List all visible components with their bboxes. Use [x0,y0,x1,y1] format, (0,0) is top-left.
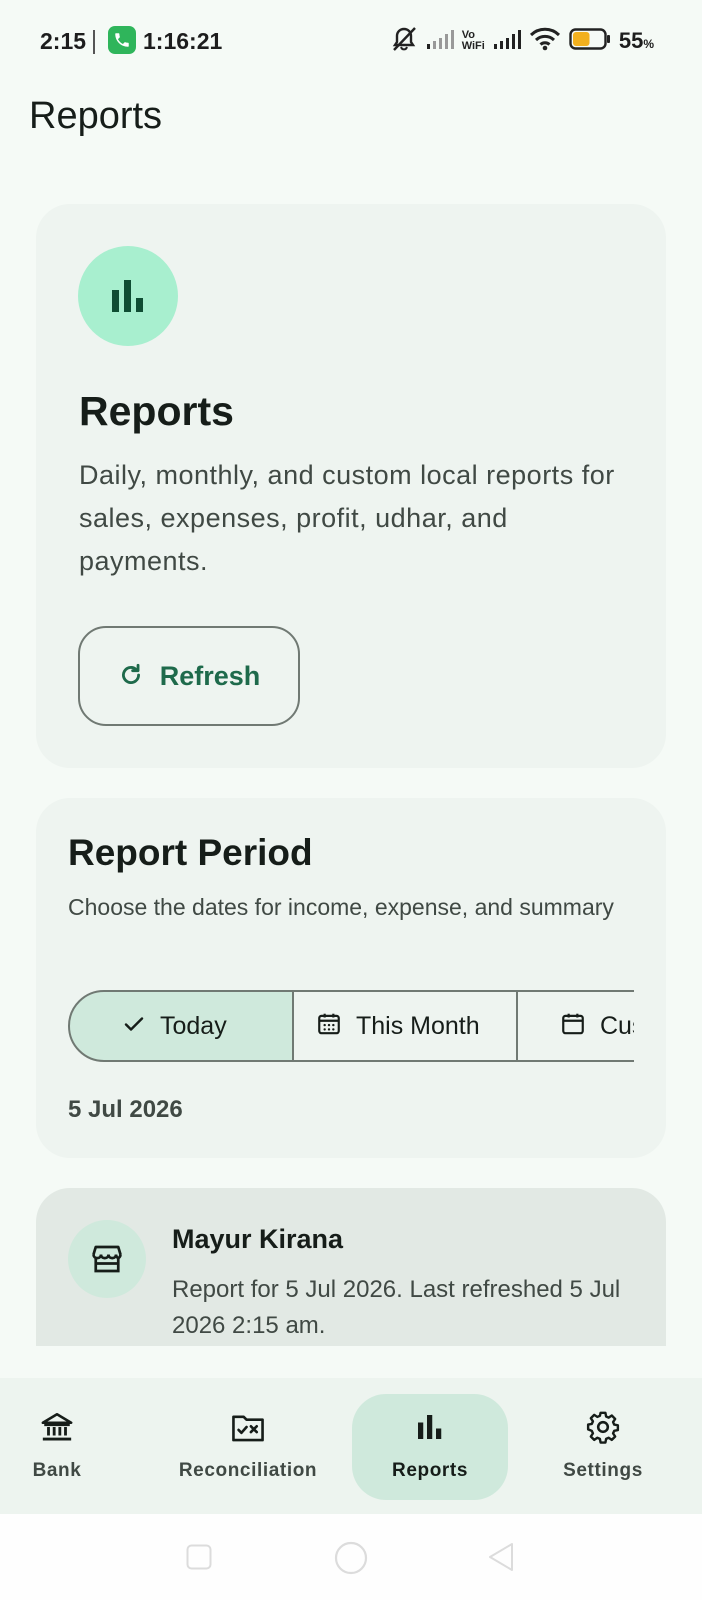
nav-label-reconciliation: Reconciliation [178,1460,318,1481]
bar-chart-icon [78,246,178,346]
system-navigation-bar [0,1514,702,1600]
hero-title: Reports [79,388,234,434]
nav-item-settings[interactable]: Settings [558,1394,648,1500]
signal-icon [493,28,521,55]
battery-percent-unit: % [643,37,654,51]
recents-button[interactable] [186,1544,212,1575]
page-title: Reports [29,95,163,137]
hero-description: Daily, monthly, and custom local reports… [79,460,615,576]
status-time: 2:15 [40,28,87,54]
bottom-navigation: Bank Reconciliation Reports Settings [0,1378,702,1514]
nav-item-reports[interactable]: Reports [352,1394,508,1500]
gear-icon [586,1408,620,1446]
battery-icon [569,27,611,55]
battery-percent-value: 55 [618,28,644,53]
wifi-icon [529,27,561,56]
reports-hero-card: Reports Daily, monthly, and custom local… [36,204,666,768]
phone-call-icon [108,26,136,54]
segment-custom-label: Custom [600,1011,634,1040]
reconciliation-icon [230,1408,266,1446]
mute-bell-icon [390,26,418,57]
refresh-button[interactable]: Refresh [78,626,300,726]
nav-item-bank[interactable]: Bank [20,1394,94,1500]
report-period-card: Report Period Choose the dates for incom… [36,798,666,1158]
refresh-label: Refresh [159,660,261,691]
storefront-icon [68,1220,146,1298]
call-timer: 1:16:21 [143,28,223,54]
vowifi-indicator: Vo WiFi [462,30,485,52]
check-icon [122,1012,146,1041]
segment-this-month-label: This Month [356,1011,480,1040]
signal-weak-icon [426,28,454,55]
calendar-month-icon [316,1011,342,1042]
nav-item-reconciliation[interactable]: Reconciliation [168,1394,328,1500]
vowifi-bottom-text: WiFi [461,40,485,52]
nav-label-reports: Reports [392,1460,468,1481]
shop-report-description: Report for 5 Jul 2026. Last refreshed 5 … [172,1276,621,1339]
period-segmented-control: Today This Month Custom [68,990,634,1062]
status-bar: 2:15 1:16:21 Vo WiFi 55% [0,0,702,86]
bar-chart-icon [415,1408,445,1446]
segment-this-month[interactable]: This Month [292,990,518,1062]
segment-today-label: Today [160,1011,227,1040]
period-description: Choose the dates for income, expense, an… [68,894,614,920]
home-button[interactable] [333,1540,369,1581]
calendar-icon [560,1011,586,1042]
status-icons: Vo WiFi 55% [390,26,654,56]
shop-summary-card: Mayur Kirana Report for 5 Jul 2026. Last… [36,1188,666,1346]
nav-label-settings: Settings [563,1460,643,1481]
refresh-icon [118,662,144,691]
selected-date: 5 Jul 2026 [68,1096,183,1123]
battery-percent: 55% [619,28,654,54]
shop-name: Mayur Kirana [172,1224,344,1254]
back-button[interactable] [488,1542,514,1577]
nav-label-bank: Bank [32,1460,82,1481]
status-separator [93,30,95,54]
period-title: Report Period [68,832,313,873]
segment-custom[interactable]: Custom [516,990,634,1062]
bank-icon [39,1408,75,1446]
segment-today[interactable]: Today [68,990,294,1062]
